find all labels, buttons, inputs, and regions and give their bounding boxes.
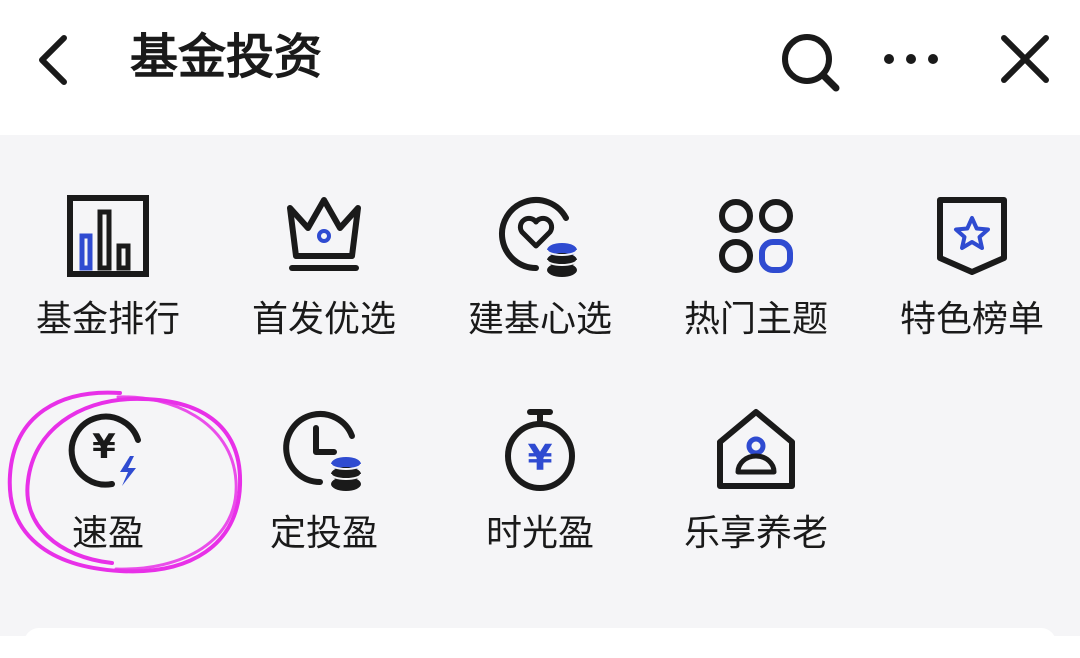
menu-item-label: 速盈 <box>71 513 144 554</box>
menu-item-label: 基金排行 <box>35 299 180 340</box>
search-icon <box>782 34 840 92</box>
menu-item-time-profit[interactable]: ¥ 时光盈 <box>432 406 648 596</box>
crown-icon <box>287 197 361 271</box>
menu-item-label: 特色榜单 <box>899 299 1044 340</box>
bottom-card <box>24 628 1056 658</box>
menu-item-special-lists[interactable]: 特色榜单 <box>864 192 1080 382</box>
chevron-left-icon <box>39 35 67 85</box>
clock-coins-icon <box>283 411 362 491</box>
menu-item-label: 定投盈 <box>269 513 378 554</box>
menu-item-quick-profit[interactable]: ¥ 速盈 <box>0 406 216 596</box>
close-button[interactable] <box>990 26 1060 96</box>
search-button[interactable] <box>774 26 844 96</box>
four-petals-icon <box>719 199 793 273</box>
stopwatch-yen-icon: ¥ <box>505 409 575 491</box>
close-icon <box>1001 35 1049 83</box>
more-dots-icon <box>884 54 938 64</box>
house-person-icon <box>717 409 795 489</box>
menu-item-fund-ranking[interactable]: 基金排行 <box>0 192 216 382</box>
svg-text:¥: ¥ <box>92 427 116 467</box>
heart-coins-icon <box>499 197 578 277</box>
page-title: 基金投资 <box>130 29 323 85</box>
menu-item-retirement[interactable]: 乐享养老 <box>648 406 864 596</box>
menu-item-label: 首发优选 <box>251 299 396 340</box>
menu-item-curated[interactable]: 建基心选 <box>432 192 648 382</box>
menu-item-label: 建基心选 <box>467 299 612 340</box>
menu-item-auto-invest[interactable]: 定投盈 <box>216 406 432 596</box>
menu-item-new-fund[interactable]: 首发优选 <box>216 192 432 382</box>
menu-item-label: 时光盈 <box>485 513 594 554</box>
back-button[interactable] <box>28 30 84 90</box>
more-button[interactable] <box>876 26 946 96</box>
yen-lightning-icon: ¥ <box>68 413 141 488</box>
svg-text:¥: ¥ <box>527 438 552 479</box>
bar-chart-icon <box>67 195 149 277</box>
top-nav-bar: 基金投资 <box>0 0 1080 135</box>
menu-item-label: 热门主题 <box>683 299 828 340</box>
menu-item-hot-themes[interactable]: 热门主题 <box>648 192 864 382</box>
star-shield-icon <box>937 197 1007 275</box>
menu-item-label: 乐享养老 <box>683 513 828 554</box>
